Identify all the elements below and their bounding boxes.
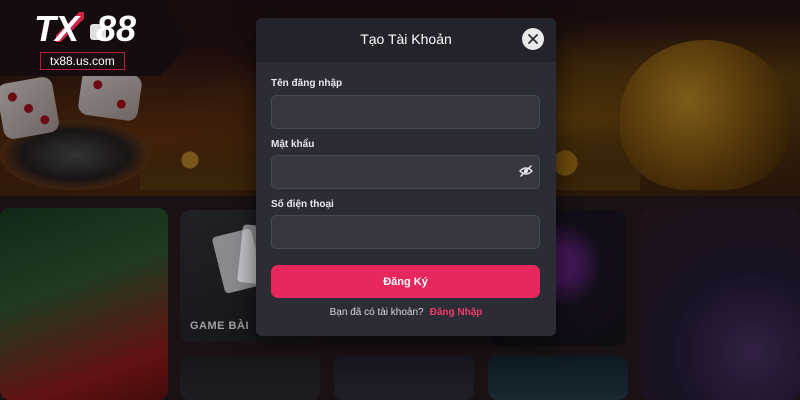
site-url-badge: tx88.us.com: [40, 52, 125, 70]
game-tile[interactable]: [488, 356, 628, 400]
username-label: Tên đăng nhập: [271, 78, 343, 89]
close-button[interactable]: [522, 28, 544, 50]
phone-field[interactable]: [271, 215, 540, 249]
game-tile-roulette[interactable]: [640, 208, 800, 400]
close-icon: [528, 34, 538, 44]
username-field[interactable]: [271, 95, 540, 129]
dice-image: [77, 68, 143, 122]
have-account-text: Bạn đã có tài khoản?: [329, 307, 424, 318]
page: TX 88 tx88.us.com GAME BÀI Tạo Tài Khoản…: [0, 0, 800, 400]
password-label: Mật khẩu: [271, 139, 315, 150]
modal-footer: Bạn đã có tài khoản? Đăng Nhập: [256, 307, 556, 318]
modal-title: Tạo Tài Khoản: [360, 31, 452, 47]
login-link[interactable]: Đăng Nhập: [430, 307, 483, 318]
password-field[interactable]: [271, 155, 540, 189]
register-button[interactable]: Đăng Ký: [271, 265, 540, 298]
game-tile-label: GAME BÀI: [190, 320, 249, 332]
game-tile[interactable]: [334, 356, 474, 400]
eye-slash-icon[interactable]: [519, 165, 533, 177]
phone-label: Số điện thoại: [271, 199, 334, 210]
game-tile[interactable]: [180, 356, 320, 400]
brand-logo[interactable]: TX 88: [34, 8, 144, 49]
game-tile-sports[interactable]: [0, 208, 168, 400]
register-modal: Tạo Tài Khoản Tên đăng nhập Mật khẩu Số …: [256, 18, 556, 336]
dice-image: [0, 75, 61, 141]
gold-pot-image: [620, 40, 790, 190]
